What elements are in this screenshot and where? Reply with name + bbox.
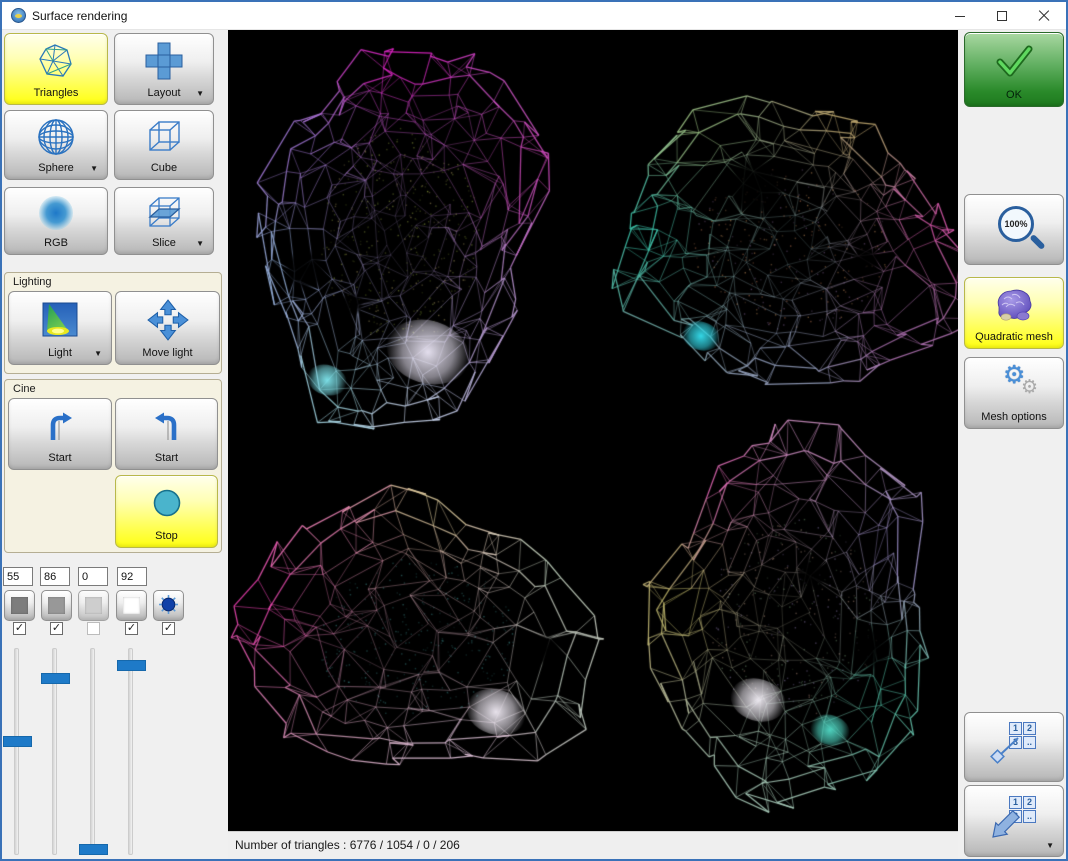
slice-button-label: Slice (152, 237, 176, 250)
close-button[interactable] (1024, 2, 1064, 30)
cine-start-ccw-button[interactable]: Start (115, 398, 218, 470)
rgb-glow-icon (5, 188, 107, 237)
visibility-checkbox-1[interactable]: ✓ (13, 622, 26, 635)
stop-circle-icon (116, 476, 217, 530)
swatch-color (85, 597, 102, 614)
views-grid-line-arrow-icon: 1 2 3 .. (965, 713, 1063, 777)
dropdown-arrow-icon (94, 350, 102, 358)
light-button-label: Light (48, 347, 72, 360)
visibility-checkbox-4[interactable]: ✓ (125, 622, 138, 635)
triangles-button[interactable]: Triangles (4, 33, 108, 105)
window-title: Surface rendering (32, 9, 127, 23)
slice-button[interactable]: Slice (114, 187, 214, 255)
minimize-icon (955, 16, 965, 17)
right-action-panel: OK 100% (958, 30, 1066, 859)
dropdown-arrow-icon (1046, 842, 1054, 850)
visibility-checkbox-2[interactable]: ✓ (50, 622, 63, 635)
mesh-options-label: Mesh options (981, 411, 1046, 424)
dropdown-arrow-icon (90, 165, 98, 173)
cine-start-cw-button[interactable]: Start (8, 398, 112, 470)
threshold-input-4[interactable] (117, 567, 147, 586)
sphere-button-label: Sphere (38, 162, 73, 175)
maximize-icon (997, 11, 1007, 21)
green-check-icon (965, 33, 1063, 89)
threshold-input-1[interactable] (3, 567, 33, 586)
opacity-slider-handle-4[interactable] (117, 660, 146, 671)
move-light-button-label: Move light (142, 347, 192, 360)
dropdown-arrow-icon (196, 90, 204, 98)
magnifier-icon: 100% (965, 195, 1063, 260)
turn-right-arrow-icon (9, 399, 111, 452)
spotlight-icon (9, 292, 111, 347)
quadratic-mesh-label: Quadratic mesh (975, 331, 1053, 344)
dropdown-arrow-icon (196, 240, 204, 248)
triangle-count-text: Number of triangles : 6776 / 1054 / 0 / … (235, 838, 460, 852)
cine-start-ccw-label: Start (155, 452, 178, 465)
rgb-button-label: RGB (44, 237, 68, 250)
lighting-group-label: Lighting (13, 276, 52, 288)
visibility-checkbox-3[interactable] (87, 622, 100, 635)
ok-button[interactable]: OK (964, 32, 1064, 107)
opacity-slider-track-4[interactable] (128, 648, 133, 855)
triangles-button-label: Triangles (34, 87, 79, 100)
close-icon (1038, 10, 1050, 22)
maximize-button[interactable] (984, 2, 1020, 30)
opacity-slider-track-3[interactable] (90, 648, 95, 855)
layout-button[interactable]: Layout (114, 33, 214, 105)
left-toolbar-panel: Triangles Layout (2, 30, 228, 859)
quadratic-mesh-button[interactable]: Quadratic mesh (964, 277, 1064, 349)
brain-icon (965, 278, 1063, 331)
gray-level-swatch-3[interactable] (78, 590, 109, 621)
triangles-wireframe-icon (5, 34, 107, 87)
zoom-level-text: 100% (1004, 219, 1027, 229)
opacity-slider-handle-2[interactable] (41, 673, 70, 684)
cine-start-cw-label: Start (48, 452, 71, 465)
opacity-slider-track-1[interactable] (14, 648, 19, 855)
gray-level-swatch-1[interactable] (4, 590, 35, 621)
send-views-button-1[interactable]: 1 2 3 .. (964, 712, 1064, 782)
render-viewport[interactable] (228, 30, 958, 831)
mesh-options-button[interactable]: ⚙⚙ Mesh options (964, 357, 1064, 429)
sphere-button[interactable]: Sphere (4, 110, 108, 180)
light-point-swatch[interactable] (153, 590, 184, 621)
visibility-checkbox-5[interactable]: ✓ (162, 622, 175, 635)
move-light-button[interactable]: Move light (115, 291, 220, 365)
opacity-slider-handle-3[interactable] (79, 844, 108, 855)
status-bar: Number of triangles : 6776 / 1054 / 0 / … (228, 831, 958, 859)
ok-button-label: OK (1006, 89, 1022, 102)
gray-level-swatch-4[interactable] (116, 590, 147, 621)
light-point-icon (158, 594, 179, 618)
app-icon (11, 8, 26, 23)
title-bar: Surface rendering (2, 2, 1066, 30)
layout-plus-icon (115, 34, 213, 87)
turn-left-arrow-icon (116, 399, 217, 452)
slice-cube-icon (115, 188, 213, 237)
gears-icon: ⚙⚙ (965, 358, 1063, 411)
cube-button[interactable]: Cube (114, 110, 214, 180)
cube-wireframe-icon (115, 111, 213, 162)
threshold-input-2[interactable] (40, 567, 70, 586)
minimize-button[interactable] (942, 2, 978, 30)
opacity-slider-handle-1[interactable] (3, 736, 32, 747)
light-button[interactable]: Light (8, 291, 112, 365)
swatch-color (48, 597, 65, 614)
move-arrows-icon (116, 292, 219, 347)
cine-group-label: Cine (13, 383, 36, 395)
cine-stop-button[interactable]: Stop (115, 475, 218, 548)
rgb-button[interactable]: RGB (4, 187, 108, 255)
cine-stop-label: Stop (155, 530, 178, 543)
swatch-color (11, 597, 28, 614)
swatch-color (123, 597, 140, 614)
send-views-button-2[interactable]: 1 2 3 .. (964, 785, 1064, 857)
threshold-input-3[interactable] (78, 567, 108, 586)
sphere-wireframe-icon (5, 111, 107, 162)
gray-level-swatch-2[interactable] (41, 590, 72, 621)
layout-button-label: Layout (147, 87, 180, 100)
zoom-100-button[interactable]: 100% (964, 194, 1064, 265)
surface-rendering-window: Surface rendering (0, 0, 1068, 861)
cube-button-label: Cube (151, 162, 177, 175)
